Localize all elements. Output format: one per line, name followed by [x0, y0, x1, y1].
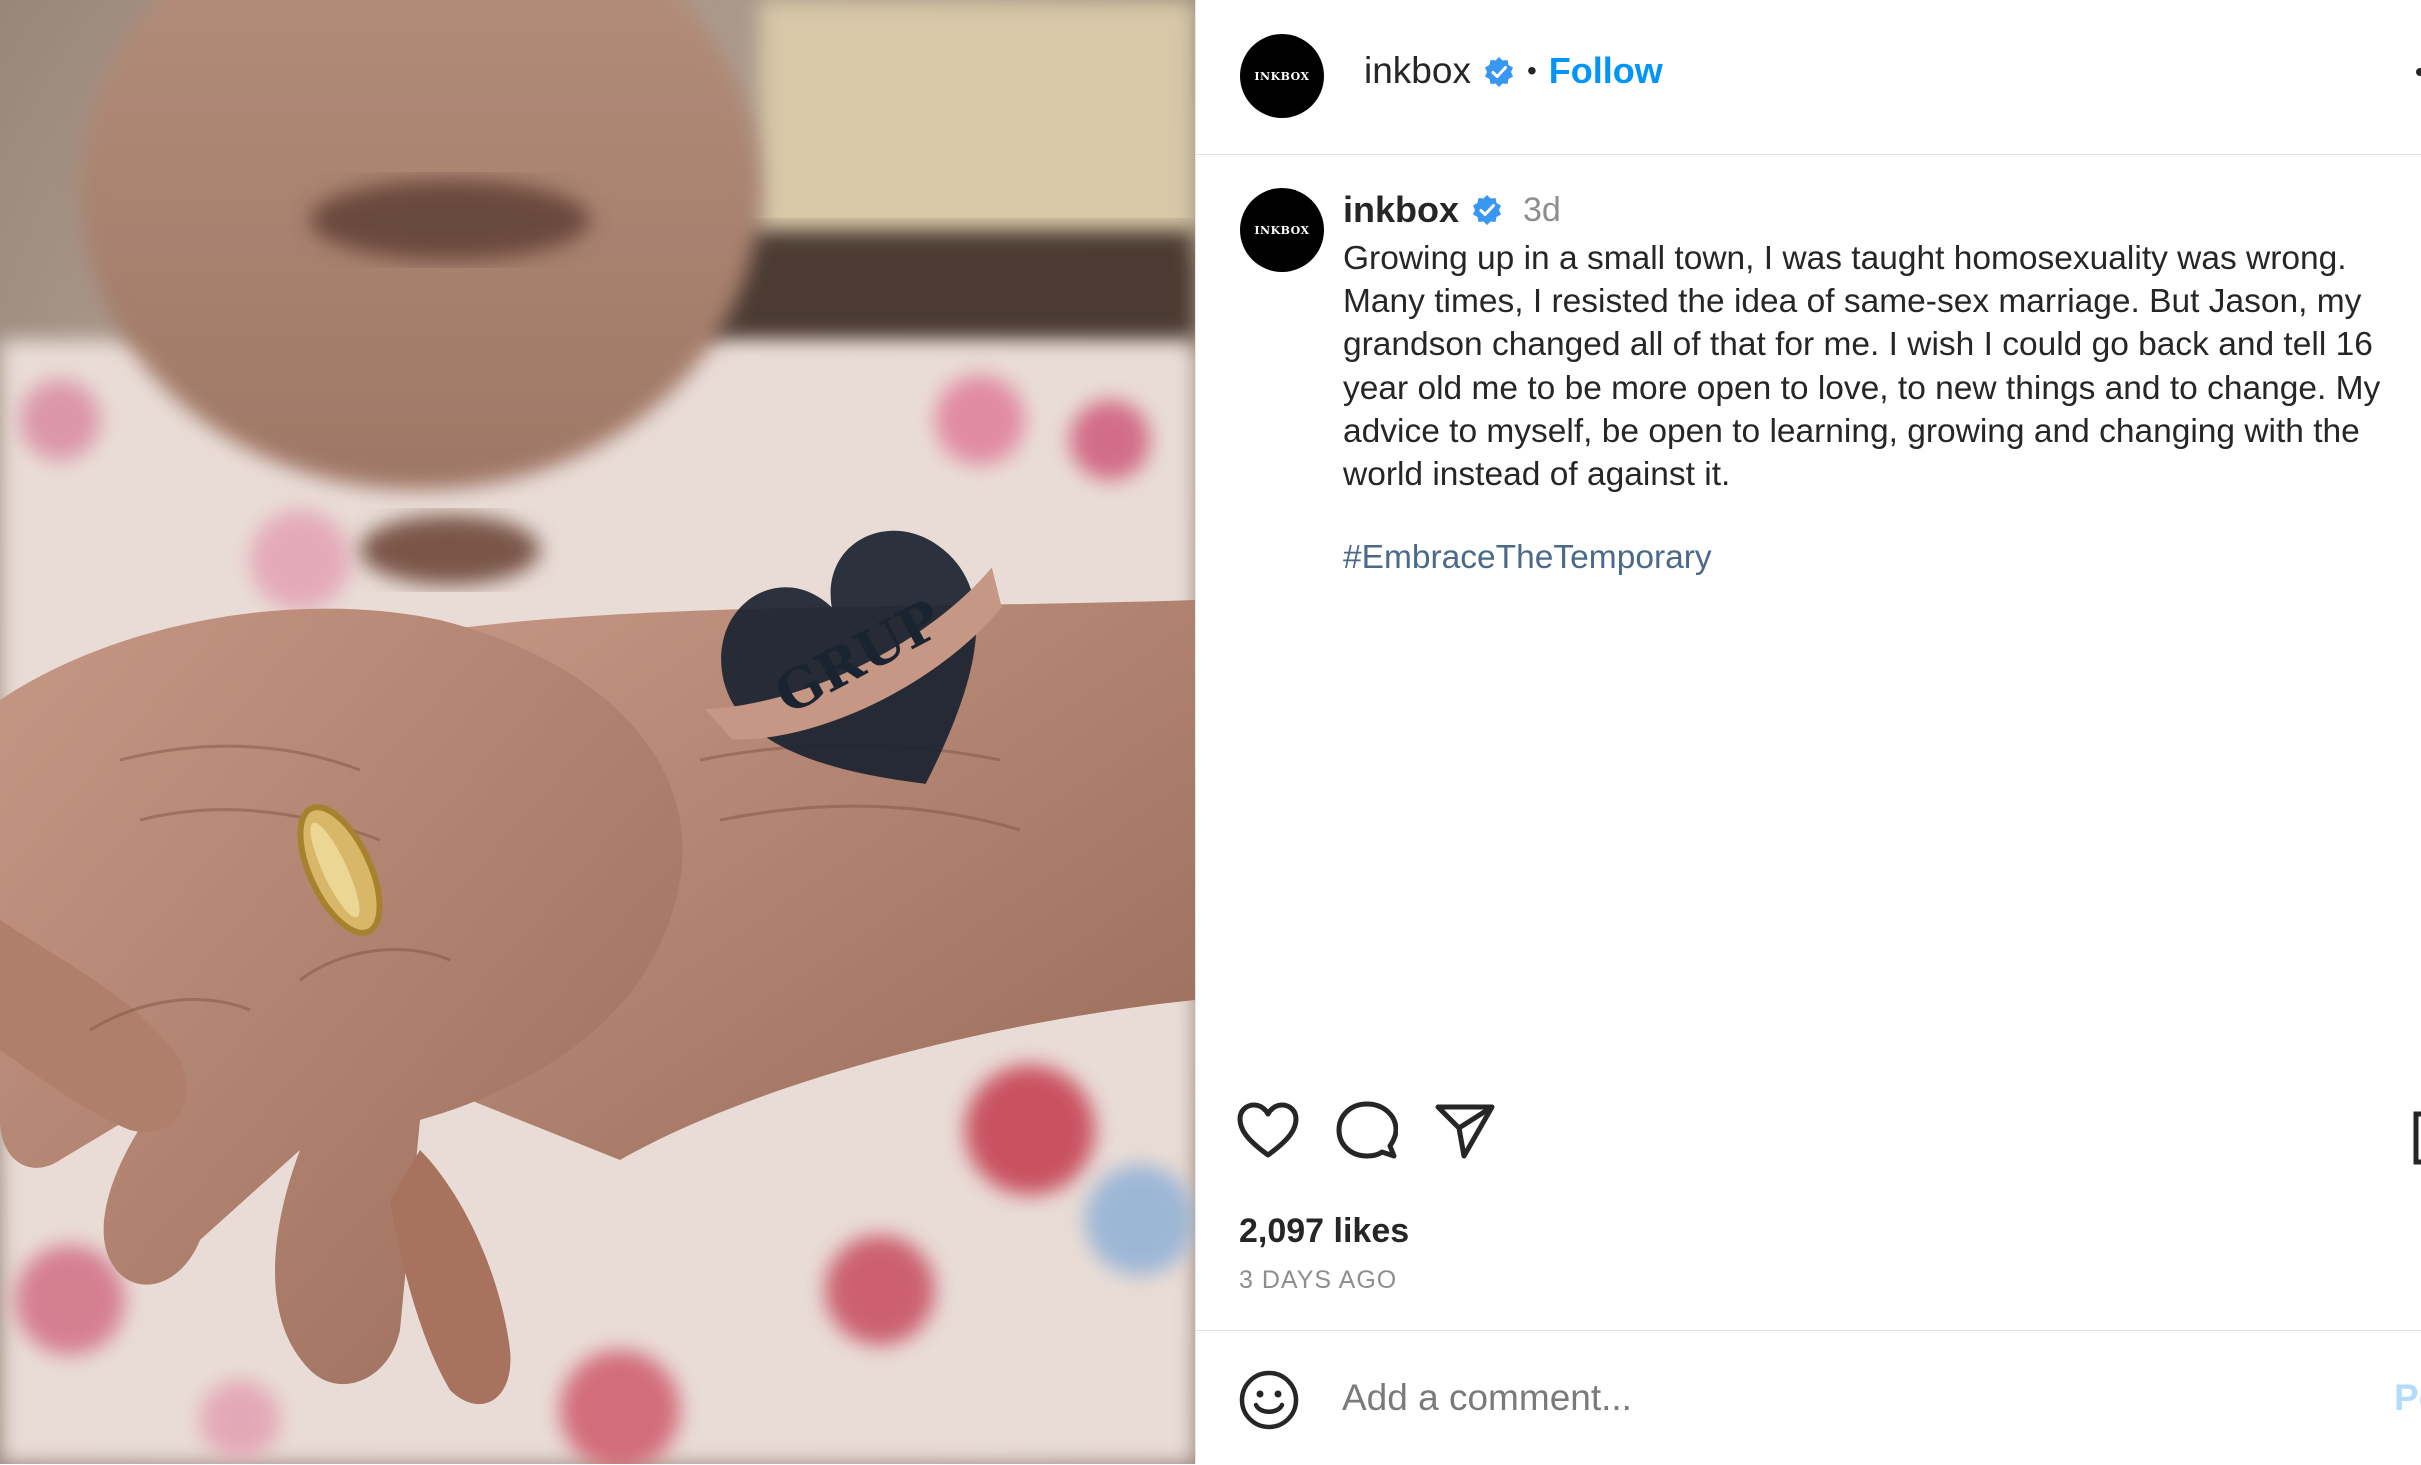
verified-icon: [1471, 194, 1503, 226]
separator-dot: •: [1526, 55, 1537, 86]
post-date: 3 DAYS AGO: [1239, 1266, 1398, 1294]
save-icon[interactable]: [2412, 1110, 2421, 1171]
post-button[interactable]: Post: [2394, 1377, 2421, 1419]
follow-button[interactable]: Follow: [1549, 50, 1663, 92]
caption-avatar[interactable]: INKBOX: [1240, 188, 1324, 272]
caption-time[interactable]: 3d: [1523, 191, 1561, 230]
comment-bar: Post: [1196, 1330, 2421, 1465]
header-username[interactable]: inkbox: [1364, 50, 1471, 92]
more-icon[interactable]: [2416, 68, 2421, 76]
comment-input[interactable]: [1342, 1377, 2242, 1419]
post-header: INKBOX inkbox • Follow: [1196, 0, 2421, 155]
emoji-icon[interactable]: [1238, 1369, 1300, 1436]
avatar[interactable]: INKBOX: [1240, 34, 1324, 118]
heart-icon[interactable]: [1236, 1101, 1300, 1161]
comment-icon[interactable]: [1336, 1100, 1398, 1162]
header-user-row: inkbox • Follow: [1364, 50, 1663, 92]
caption-username[interactable]: inkbox: [1343, 189, 1459, 231]
photo-illustration: GRUP: [0, 0, 1195, 1464]
verified-icon: [1483, 55, 1515, 87]
post-sidebar: INKBOX inkbox • Follow INKBOX inkbox 3d …: [1195, 0, 2421, 1464]
post-image[interactable]: GRUP: [0, 0, 1195, 1464]
hashtag-link[interactable]: #EmbraceTheTemporary: [1343, 539, 1712, 577]
caption-head: inkbox 3d: [1343, 189, 1561, 231]
caption-text: Growing up in a small town, I was taught…: [1343, 240, 2381, 494]
action-bar: [1236, 1100, 1496, 1162]
likes-count[interactable]: 2,097 likes: [1239, 1212, 1409, 1251]
share-icon[interactable]: [1434, 1102, 1496, 1160]
